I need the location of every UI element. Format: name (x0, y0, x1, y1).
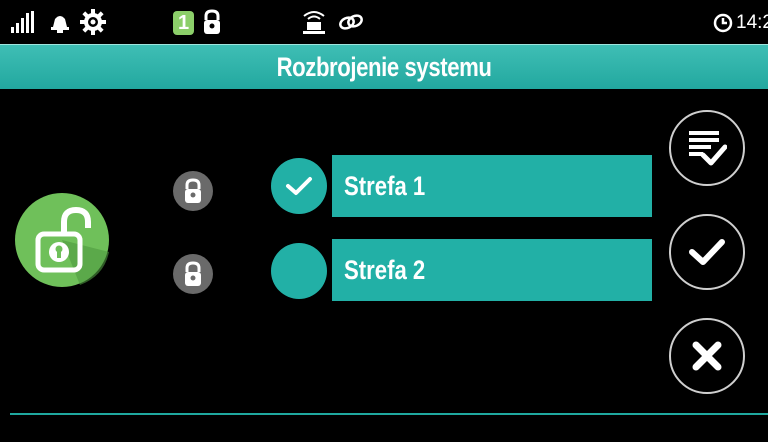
wireless-module-icon (298, 6, 330, 38)
check-icon (286, 177, 312, 195)
cancel-button[interactable] (669, 318, 745, 394)
title-bar: Rozbrojenie systemu (0, 44, 768, 89)
signal-bars-icon (10, 6, 46, 38)
status-bar: 1 14:20 (0, 0, 768, 44)
clock-time: 14:20 (736, 12, 768, 33)
zone-1-label: Strefa 1 (344, 170, 426, 201)
clock-icon (713, 13, 733, 33)
link-icon (336, 6, 366, 38)
clock: 14:20 (713, 10, 768, 36)
zone-2-row[interactable]: Strefa 2 (332, 239, 652, 301)
zone-2-checkbox[interactable] (271, 243, 327, 299)
checklist-icon (689, 131, 727, 166)
zone-badge: 1 (173, 11, 194, 35)
zone-1-row[interactable]: Strefa 1 (332, 155, 652, 217)
zone-1-padlock-icon (173, 171, 213, 211)
zone-2-label: Strefa 2 (344, 254, 426, 285)
confirm-button[interactable] (669, 214, 745, 290)
alarm-bell-icon (48, 6, 72, 38)
unlocked-padlock-icon (14, 192, 110, 288)
gear-icon[interactable] (78, 6, 108, 38)
zone-1-checkbox[interactable] (271, 158, 327, 214)
zone-2-padlock-icon (173, 254, 213, 294)
padlock-icon (200, 6, 224, 38)
check-icon (689, 239, 725, 265)
close-icon (692, 341, 722, 371)
select-all-button[interactable] (669, 110, 745, 186)
bottom-divider (10, 413, 768, 415)
page-title: Rozbrojenie systemu (276, 51, 492, 82)
